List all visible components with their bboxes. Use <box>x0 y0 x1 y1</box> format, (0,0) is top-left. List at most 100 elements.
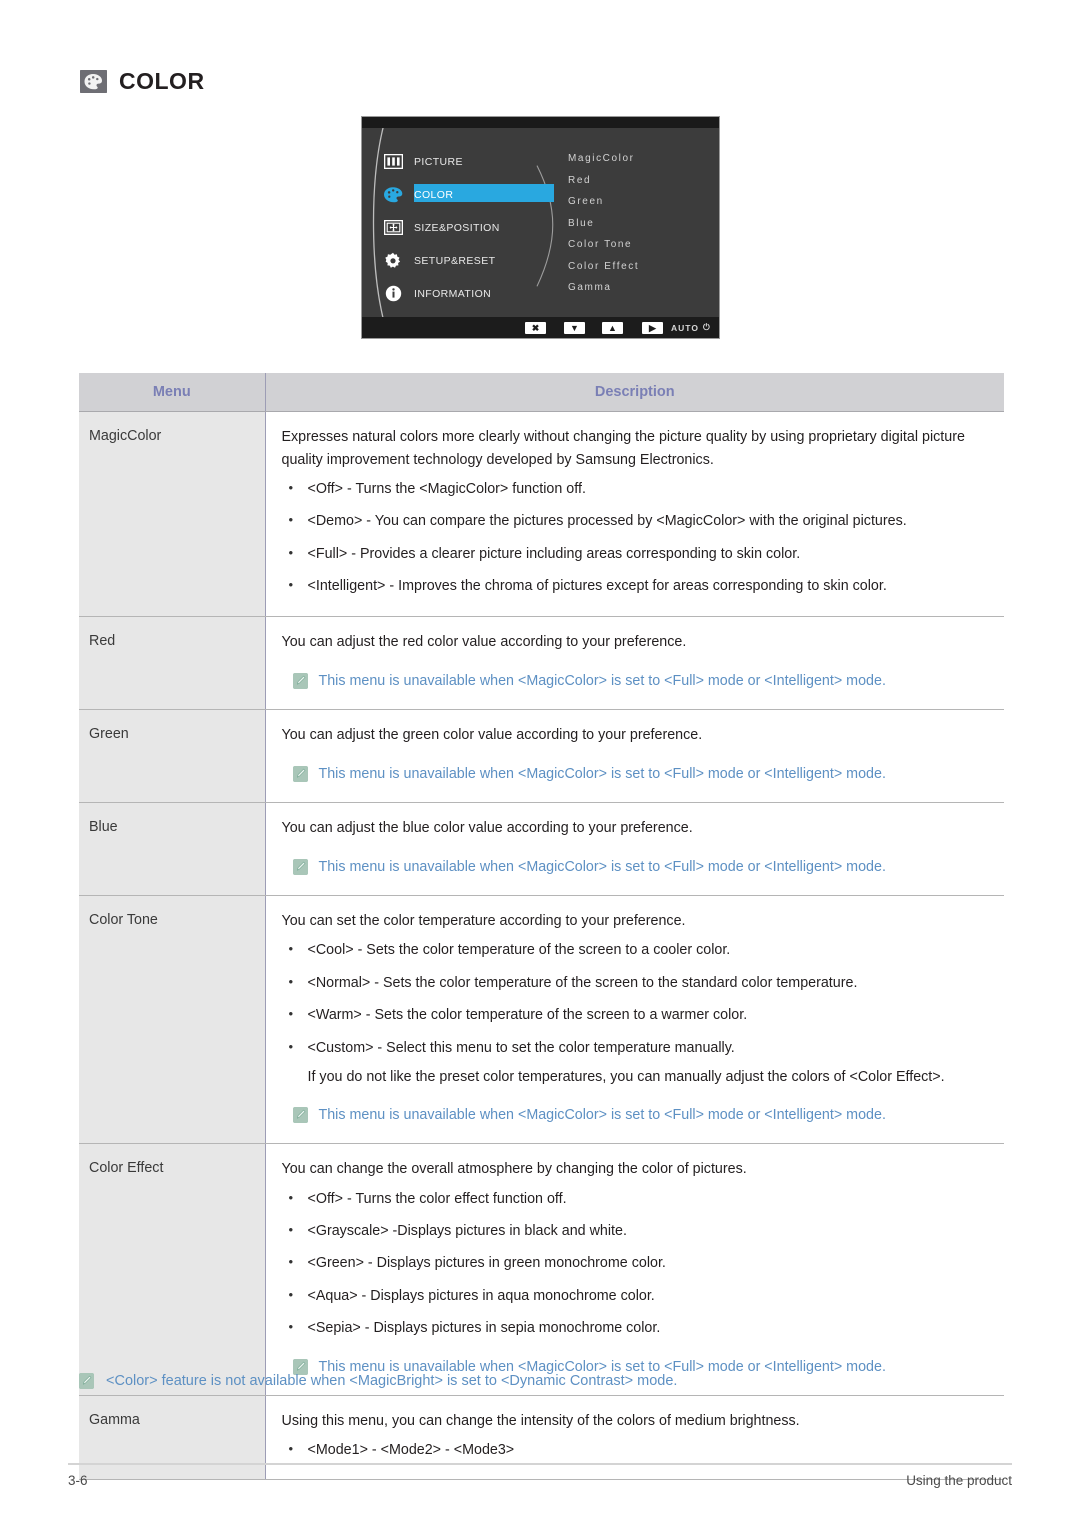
row-note-text: This menu is unavailable when <MagicColo… <box>318 859 886 876</box>
description-cell: You can set the color temperature accord… <box>265 895 1004 1145</box>
note-icon <box>292 859 308 876</box>
description-cell: You can adjust the green color value acc… <box>265 709 1004 803</box>
table-row: Color Effect You can change the overall a… <box>79 1143 1004 1396</box>
osd-item-picture[interactable]: PICTURE <box>374 145 564 178</box>
osd-main-menu: PICTURE COLOR SIZE&POSITION SETUP&RESET … <box>374 145 564 310</box>
note-icon <box>79 1373 94 1389</box>
osd-submenu-item[interactable]: Color Tone <box>568 234 639 256</box>
description-paragraph: You can change the overall atmosphere by… <box>281 1161 747 1178</box>
gear-icon <box>382 252 404 270</box>
osd-item-information[interactable]: INFORMATION <box>374 277 564 310</box>
description-cell: You can adjust the blue color value acco… <box>265 802 1004 897</box>
column-header-menu: Menu <box>79 373 266 412</box>
row-note: This menu is unavailable when <MagicColo… <box>282 857 991 877</box>
row-note: This menu is unavailable when <MagicColo… <box>282 1105 991 1125</box>
power-button[interactable]: ⏻ <box>703 322 711 334</box>
footer: 3-6 Using the product <box>68 1473 1012 1488</box>
menu-description-table: Menu Description MagicColor Expresses nat… <box>79 373 1004 1481</box>
description-paragraph: Expresses natural colors more clearly wi… <box>281 428 965 468</box>
osd-item-label: PICTURE <box>414 155 463 168</box>
osd-body: PICTURE COLOR SIZE&POSITION SETUP&RESET … <box>362 128 719 317</box>
description-paragraph: You can adjust the blue color value acco… <box>281 819 693 836</box>
description-bullet-subtext: If you do not like the preset color temp… <box>307 1068 945 1085</box>
page-level-note: <Color> feature is not available when <M… <box>79 1371 677 1391</box>
up-button[interactable]: ▲ <box>602 321 623 334</box>
description-bullet-item: <Aqua> - Displays pictures in aqua monoc… <box>282 1285 991 1307</box>
osd-topbar <box>362 117 719 128</box>
description-bullet-item: <Cool> - Sets the color temperature of t… <box>282 939 991 961</box>
manual-page: COLOR PICTURE COLOR SIZE&POSITION SETUP&… <box>0 0 1080 1527</box>
row-note-text: This menu is unavailable when <MagicColo… <box>318 672 886 689</box>
description-bullet-list: <Mode1> - <Mode2> - <Mode3> <box>282 1439 991 1461</box>
note-icon <box>292 1107 308 1124</box>
osd-submenu-item[interactable]: Color Effect <box>568 256 639 278</box>
osd-item-size-position[interactable]: SIZE&POSITION <box>374 211 564 244</box>
description-bullet-item: <Normal> - Sets the color temperature of… <box>282 972 991 994</box>
description-cell: You can adjust the red color value accor… <box>265 616 1004 710</box>
description-bullet-list: <Cool> - Sets the color temperature of t… <box>282 939 991 1089</box>
table-body: MagicColor Expresses natural colors more … <box>79 411 1004 1481</box>
description-bullet-item: <Intelligent> - Improves the chroma of p… <box>282 575 991 597</box>
description-bullet-item: <Grayscale> -Displays pictures in black … <box>282 1220 991 1242</box>
size-position-icon <box>382 219 404 237</box>
description-cell: You can change the overall atmosphere by… <box>265 1143 1004 1396</box>
description-bullet-item: <Demo> - You can compare the pictures pr… <box>282 510 991 532</box>
description-bullet-item: <Warm> - Sets the color temperature of t… <box>282 1004 991 1026</box>
osd-item-label: INFORMATION <box>414 287 492 300</box>
page-level-note-text: <Color> feature is not available when <M… <box>106 1373 678 1389</box>
description-bullet-item: <Green> - Displays pictures in green mon… <box>282 1252 991 1274</box>
chevron-down-icon: ▼ <box>564 321 585 334</box>
menu-name-cell: MagicColor <box>79 411 266 617</box>
column-header-description: Description <box>265 373 1004 412</box>
down-button[interactable]: ▼ <box>564 321 585 334</box>
row-note: This menu is unavailable when <MagicColo… <box>282 764 991 784</box>
exit-icon: ✖ <box>525 321 546 334</box>
osd-submenu-item[interactable]: MagicColor <box>568 148 639 170</box>
row-note-text: This menu is unavailable when <MagicColo… <box>318 765 886 782</box>
table-row: Gamma Using this menu, you can change the… <box>79 1395 1004 1481</box>
menu-name-cell: Color Effect <box>79 1143 266 1396</box>
osd-submenu-item[interactable]: Gamma <box>568 277 639 299</box>
description-bullet-item: <Off> - Turns the <MagicColor> function … <box>282 478 991 500</box>
exit-button[interactable]: ✖ <box>525 321 546 334</box>
osd-submenu-item[interactable]: Red <box>568 170 639 192</box>
osd-item-setup-reset[interactable]: SETUP&RESET <box>374 244 564 277</box>
description-bullet-item: <Custom> - Select this menu to set the c… <box>282 1037 991 1089</box>
page-title: COLOR <box>80 68 205 95</box>
color-palette-icon <box>382 186 404 204</box>
note-icon <box>292 672 308 689</box>
osd-button-bar: ✖ ▼ ▲ ▶ AUTO ⏻ <box>362 317 719 338</box>
menu-name-cell: Blue <box>79 802 266 897</box>
table-row: Color Tone You can set the color temperat… <box>79 895 1004 1145</box>
table-row: Blue You can adjust the blue color value … <box>79 802 1004 897</box>
description-paragraph: You can adjust the red color value accor… <box>281 633 687 650</box>
description-paragraph: You can adjust the green color value acc… <box>281 726 703 743</box>
menu-name-cell: Red <box>79 616 266 710</box>
info-icon <box>382 285 404 303</box>
enter-button[interactable]: ▶ <box>642 321 663 334</box>
osd-item-label: COLOR <box>414 188 454 201</box>
description-bullet-item: <Mode1> - <Mode2> - <Mode3> <box>282 1439 991 1461</box>
description-cell: Expresses natural colors more clearly wi… <box>265 411 1004 617</box>
picture-bars-icon <box>382 153 404 171</box>
color-palette-icon <box>80 70 107 93</box>
footer-divider <box>68 1463 1012 1465</box>
osd-submenu: MagicColor Red Green Blue Color Tone Col… <box>568 148 639 299</box>
osd-submenu-item[interactable]: Blue <box>568 213 639 235</box>
table-row: Red You can adjust the red color value ac… <box>79 616 1004 710</box>
note-icon <box>292 765 308 782</box>
menu-name-cell: Gamma <box>79 1395 266 1481</box>
table-row: Green You can adjust the green color valu… <box>79 709 1004 803</box>
table-header-row: Menu Description <box>79 373 1004 412</box>
osd-item-color[interactable]: COLOR <box>374 178 564 211</box>
osd-submenu-item[interactable]: Green <box>568 191 639 213</box>
osd-item-label: SIZE&POSITION <box>414 221 500 234</box>
footer-page-number: 3-6 <box>68 1473 88 1488</box>
auto-button[interactable]: AUTO <box>671 322 699 334</box>
description-paragraph: You can set the color temperature accord… <box>281 913 686 930</box>
description-bullet-list: <Off> - Turns the <MagicColor> function … <box>282 478 991 598</box>
description-bullet-item: <Off> - Turns the color effect function … <box>282 1188 991 1210</box>
osd-screenshot: PICTURE COLOR SIZE&POSITION SETUP&RESET … <box>361 116 720 339</box>
chevron-up-icon: ▲ <box>602 321 623 334</box>
table-row: MagicColor Expresses natural colors more … <box>79 411 1004 617</box>
